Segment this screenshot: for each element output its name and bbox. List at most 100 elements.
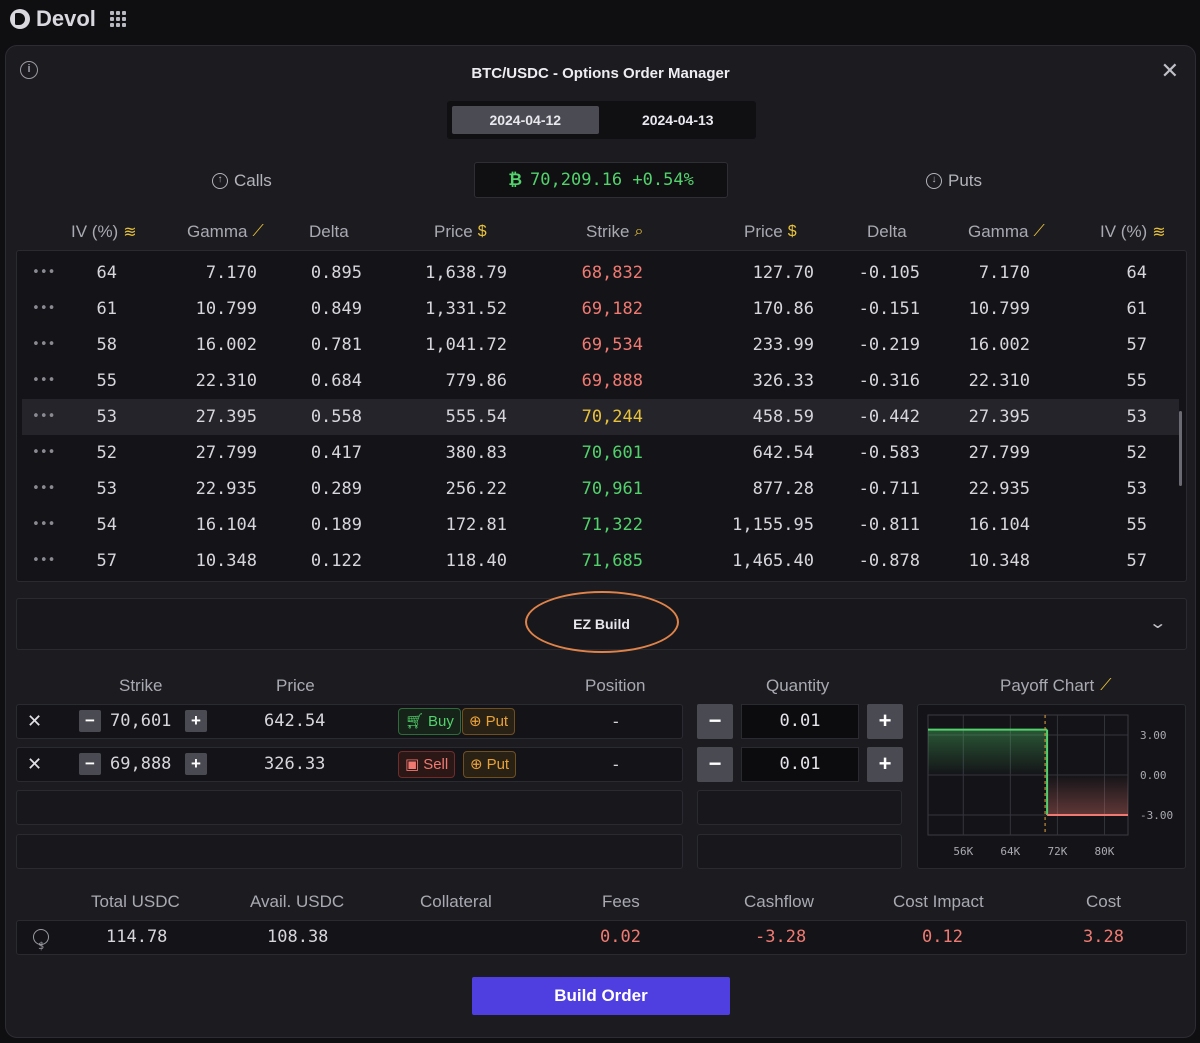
legs-col-position: Position — [585, 676, 646, 695]
ez-build-highlight-ring — [525, 591, 679, 653]
cell-price-c[interactable]: 779.86 — [446, 363, 507, 399]
row-menu-icon[interactable]: ••• — [32, 363, 55, 399]
cell-price-c[interactable]: 380.83 — [446, 435, 507, 471]
quantity-increment-button[interactable]: + — [867, 747, 903, 782]
sell-toggle[interactable]: ▣ Sell — [398, 751, 456, 778]
strike-decrement-button[interactable]: − — [79, 753, 101, 775]
build-order-button[interactable]: Build Order — [472, 977, 730, 1015]
quantity-input[interactable]: 0.01 — [741, 704, 859, 739]
trend-icon: ⟋ — [1100, 677, 1112, 694]
cell-price-p[interactable]: 170.86 — [753, 291, 814, 327]
cell-gamma-c: 16.002 — [195, 335, 257, 355]
cashflow-value: -3.28 — [755, 927, 807, 947]
cell-iv-p: 53 — [1126, 479, 1147, 499]
cell-price-p[interactable]: 233.99 — [753, 327, 814, 363]
empty-leg-slot — [16, 790, 683, 825]
row-menu-icon[interactable]: ••• — [32, 507, 55, 543]
search-icon[interactable]: ⌕ — [634, 223, 643, 241]
buy-toggle[interactable]: 🛒︎ Buy — [398, 708, 461, 735]
strike-cell: 70,961 — [581, 479, 643, 499]
row-menu-icon[interactable]: ••• — [32, 435, 55, 471]
row-menu-icon[interactable]: ••• — [32, 255, 55, 291]
cell-delta-c: 0.849 — [310, 299, 362, 319]
col-collateral: Collateral — [420, 892, 492, 911]
ez-build-bar[interactable]: EZ Build ⌄ — [16, 591, 1187, 653]
cell-price-p[interactable]: 127.70 — [753, 255, 814, 291]
strike-increment-button[interactable]: + — [185, 710, 207, 732]
row-menu-icon[interactable]: ••• — [32, 327, 55, 363]
brand-logo[interactable]: Devol — [10, 6, 126, 32]
col-label: IV (%) — [1100, 222, 1148, 241]
cell-price-p[interactable]: 642.54 — [753, 435, 814, 471]
cell-gamma-c: 7.170 — [205, 263, 257, 283]
strike-cell: 70,244 — [581, 407, 643, 427]
y-tick-label: -3.00 — [1140, 809, 1173, 822]
cell-delta-p: -0.219 — [858, 335, 920, 355]
col-gamma-puts[interactable]: Gamma ⟋ — [968, 222, 1045, 242]
quantity-stepper: − 0.01 + — [697, 704, 903, 739]
remove-leg-icon[interactable]: ✕ — [27, 748, 42, 781]
col-strike[interactable]: Strike ⌕ — [586, 222, 643, 242]
cell-delta-p: -0.105 — [858, 263, 920, 283]
cell-gamma-p: 10.348 — [968, 551, 1030, 571]
row-menu-icon[interactable]: ••• — [32, 291, 55, 327]
cell-price-p[interactable]: 326.33 — [753, 363, 814, 399]
cell-iv-p: 64 — [1126, 263, 1147, 283]
col-iv-calls[interactable]: IV (%) ≋ — [71, 222, 137, 242]
empty-quantity-slot — [697, 834, 902, 869]
arrow-down-circle-icon: ⊕ — [469, 713, 482, 730]
cell-price-c[interactable]: 172.81 — [446, 507, 507, 543]
quantity-increment-button[interactable]: + — [867, 704, 903, 739]
option-chain-row[interactable]: ••• 58 16.002 0.781 1,041.72 69,534 233.99 -0.2… — [17, 327, 1186, 363]
cell-price-p[interactable]: 1,155.95 — [732, 507, 814, 543]
cell-price-c[interactable]: 256.22 — [446, 471, 507, 507]
strike-decrement-button[interactable]: − — [79, 710, 101, 732]
option-chain-row[interactable]: ••• 52 27.799 0.417 380.83 70,601 642.54 -0.583… — [17, 435, 1186, 471]
cell-price-c[interactable]: 1,331.52 — [425, 291, 507, 327]
put-toggle[interactable]: ⊕ Put — [462, 708, 516, 735]
strike-increment-button[interactable]: + — [185, 753, 207, 775]
x-tick-label: 80K — [1095, 845, 1115, 858]
option-chain-row[interactable]: ••• 53 27.395 0.558 555.54 70,244 458.59 -0.442… — [22, 399, 1179, 435]
cell-price-c[interactable]: 555.54 — [446, 399, 507, 435]
col-avail-usdc: Avail. USDC — [250, 892, 345, 911]
row-menu-icon[interactable]: ••• — [32, 471, 55, 507]
quantity-decrement-button[interactable]: − — [697, 704, 733, 739]
quantity-decrement-button[interactable]: − — [697, 747, 733, 782]
legs-col-quantity: Quantity — [766, 676, 830, 695]
row-menu-icon[interactable]: ••• — [32, 543, 55, 579]
option-chain-row[interactable]: ••• 55 22.310 0.684 779.86 69,888 326.33 -0.316… — [17, 363, 1186, 399]
sort-wave-icon[interactable]: ≋ — [123, 222, 136, 242]
trend-icon: ⟋ — [1033, 223, 1045, 240]
tab-date-2024-04-12[interactable]: 2024-04-12 — [452, 106, 599, 134]
col-gamma-calls[interactable]: Gamma ⟋ — [187, 222, 264, 242]
total-usdc-value: 114.78 — [106, 927, 168, 947]
put-toggle[interactable]: ⊕ Put — [463, 751, 517, 778]
cell-price-p[interactable]: 458.59 — [753, 399, 814, 435]
payoff-chart-svg: 3.00 0.00 -3.00 56K 64K 72K 80K — [927, 714, 1173, 858]
col-iv-puts[interactable]: IV (%) ≋ — [1100, 222, 1166, 242]
option-chain-row[interactable]: ••• 64 7.170 0.895 1,638.79 68,832 127.70 -0.10… — [17, 255, 1186, 291]
cell-price-c[interactable]: 1,041.72 — [425, 327, 507, 363]
cell-price-c[interactable]: 1,638.79 — [425, 255, 507, 291]
chevron-down-icon[interactable]: ⌄ — [1148, 613, 1167, 633]
remove-leg-icon[interactable]: ✕ — [27, 705, 42, 738]
option-chain-row[interactable]: ••• 57 10.348 0.122 118.40 71,685 1,465.40 -0.8… — [17, 543, 1186, 579]
tab-date-2024-04-13[interactable]: 2024-04-13 — [605, 106, 752, 134]
quantity-input[interactable]: 0.01 — [741, 747, 859, 782]
cell-price-c[interactable]: 118.40 — [446, 543, 507, 579]
cell-gamma-p: 10.799 — [968, 299, 1030, 319]
option-chain-row[interactable]: ••• 61 10.799 0.849 1,331.52 69,182 170.86 -0.1… — [17, 291, 1186, 327]
row-menu-icon[interactable]: ••• — [32, 399, 55, 435]
legs-col-strike: Strike — [119, 676, 163, 695]
cell-price-p[interactable]: 877.28 — [753, 471, 814, 507]
apps-grid-icon[interactable] — [109, 11, 126, 27]
cell-gamma-c: 16.104 — [195, 515, 257, 535]
cell-delta-c: 0.417 — [310, 443, 362, 463]
close-icon[interactable]: ✕ — [1161, 60, 1179, 82]
option-chain-row[interactable]: ••• 53 22.935 0.289 256.22 70,961 877.28 -0.711… — [17, 471, 1186, 507]
option-chain-row[interactable]: ••• 54 16.104 0.189 172.81 71,322 1,155.95 -0.8… — [17, 507, 1186, 543]
col-label: Gamma — [187, 222, 248, 241]
cell-price-p[interactable]: 1,465.40 — [732, 543, 814, 579]
sort-wave-icon[interactable]: ≋ — [1152, 222, 1165, 242]
